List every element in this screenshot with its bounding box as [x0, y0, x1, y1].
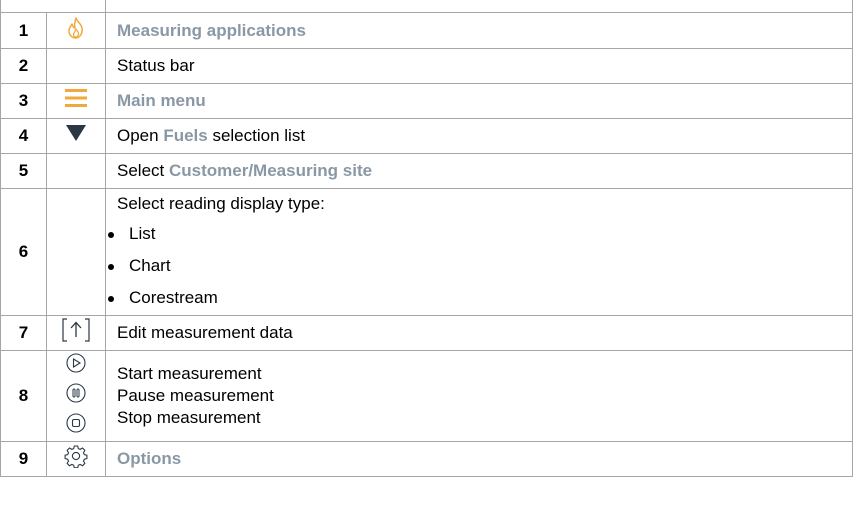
- row-text: Status bar: [105, 48, 853, 84]
- row-number: 5: [0, 153, 47, 189]
- row-number: 2: [0, 48, 47, 84]
- measurement-line: Pause measurement: [117, 386, 274, 405]
- table-row: 8 Start measurement Pause measurement St…: [0, 350, 853, 442]
- row-number: 6: [0, 188, 47, 316]
- gear-icon: [64, 444, 88, 474]
- row-text: Measuring applications: [105, 12, 853, 49]
- row-text: Edit measurement data: [105, 315, 853, 351]
- play-circle-icon: [65, 352, 87, 380]
- table-row: 7 Edit measurement data: [0, 315, 853, 351]
- row-text: Select Customer/Measuring site: [105, 153, 853, 189]
- triangle-down-icon: [65, 123, 87, 149]
- menu-icon: [63, 87, 89, 115]
- table-row: 2 Status bar: [0, 48, 853, 84]
- row-text: Open Fuels selection list: [105, 118, 853, 154]
- list-item: List: [106, 218, 852, 250]
- row-number: 1: [0, 12, 47, 49]
- table-row: 1 Measuring applications: [0, 12, 853, 49]
- list-item: Chart: [106, 250, 852, 282]
- table-row: 3 Main menu: [0, 83, 853, 119]
- row-text: Options: [105, 441, 853, 477]
- table-row: 9 Options: [0, 441, 853, 477]
- row-number: 3: [0, 83, 47, 119]
- display-type-list: List Chart Corestream: [106, 218, 852, 314]
- list-item: Corestream: [106, 282, 852, 314]
- row-text: Main menu: [105, 83, 853, 119]
- measurement-line: Stop measurement: [117, 408, 261, 427]
- measurement-line: Start measurement: [117, 364, 262, 383]
- pause-circle-icon: [65, 382, 87, 410]
- row-number: 7: [0, 315, 47, 351]
- row-text: Select reading display type: List Chart …: [105, 188, 853, 316]
- flame-icon: [65, 16, 87, 46]
- table-top-stub: [0, 0, 853, 12]
- legend-table: 1 Measuring applications 2 Status bar 3: [0, 12, 853, 477]
- table-row: 6 Select reading display type: List Char…: [0, 188, 853, 316]
- table-row: 5 Select Customer/Measuring site: [0, 153, 853, 189]
- row-number: 4: [0, 118, 47, 154]
- table-row: 4 Open Fuels selection list: [0, 118, 853, 154]
- row-number: 9: [0, 441, 47, 477]
- upload-bracket-icon: [60, 317, 92, 349]
- row-number: 8: [0, 350, 47, 442]
- stop-circle-icon: [65, 412, 87, 440]
- row-text: Start measurement Pause measurement Stop…: [105, 350, 853, 442]
